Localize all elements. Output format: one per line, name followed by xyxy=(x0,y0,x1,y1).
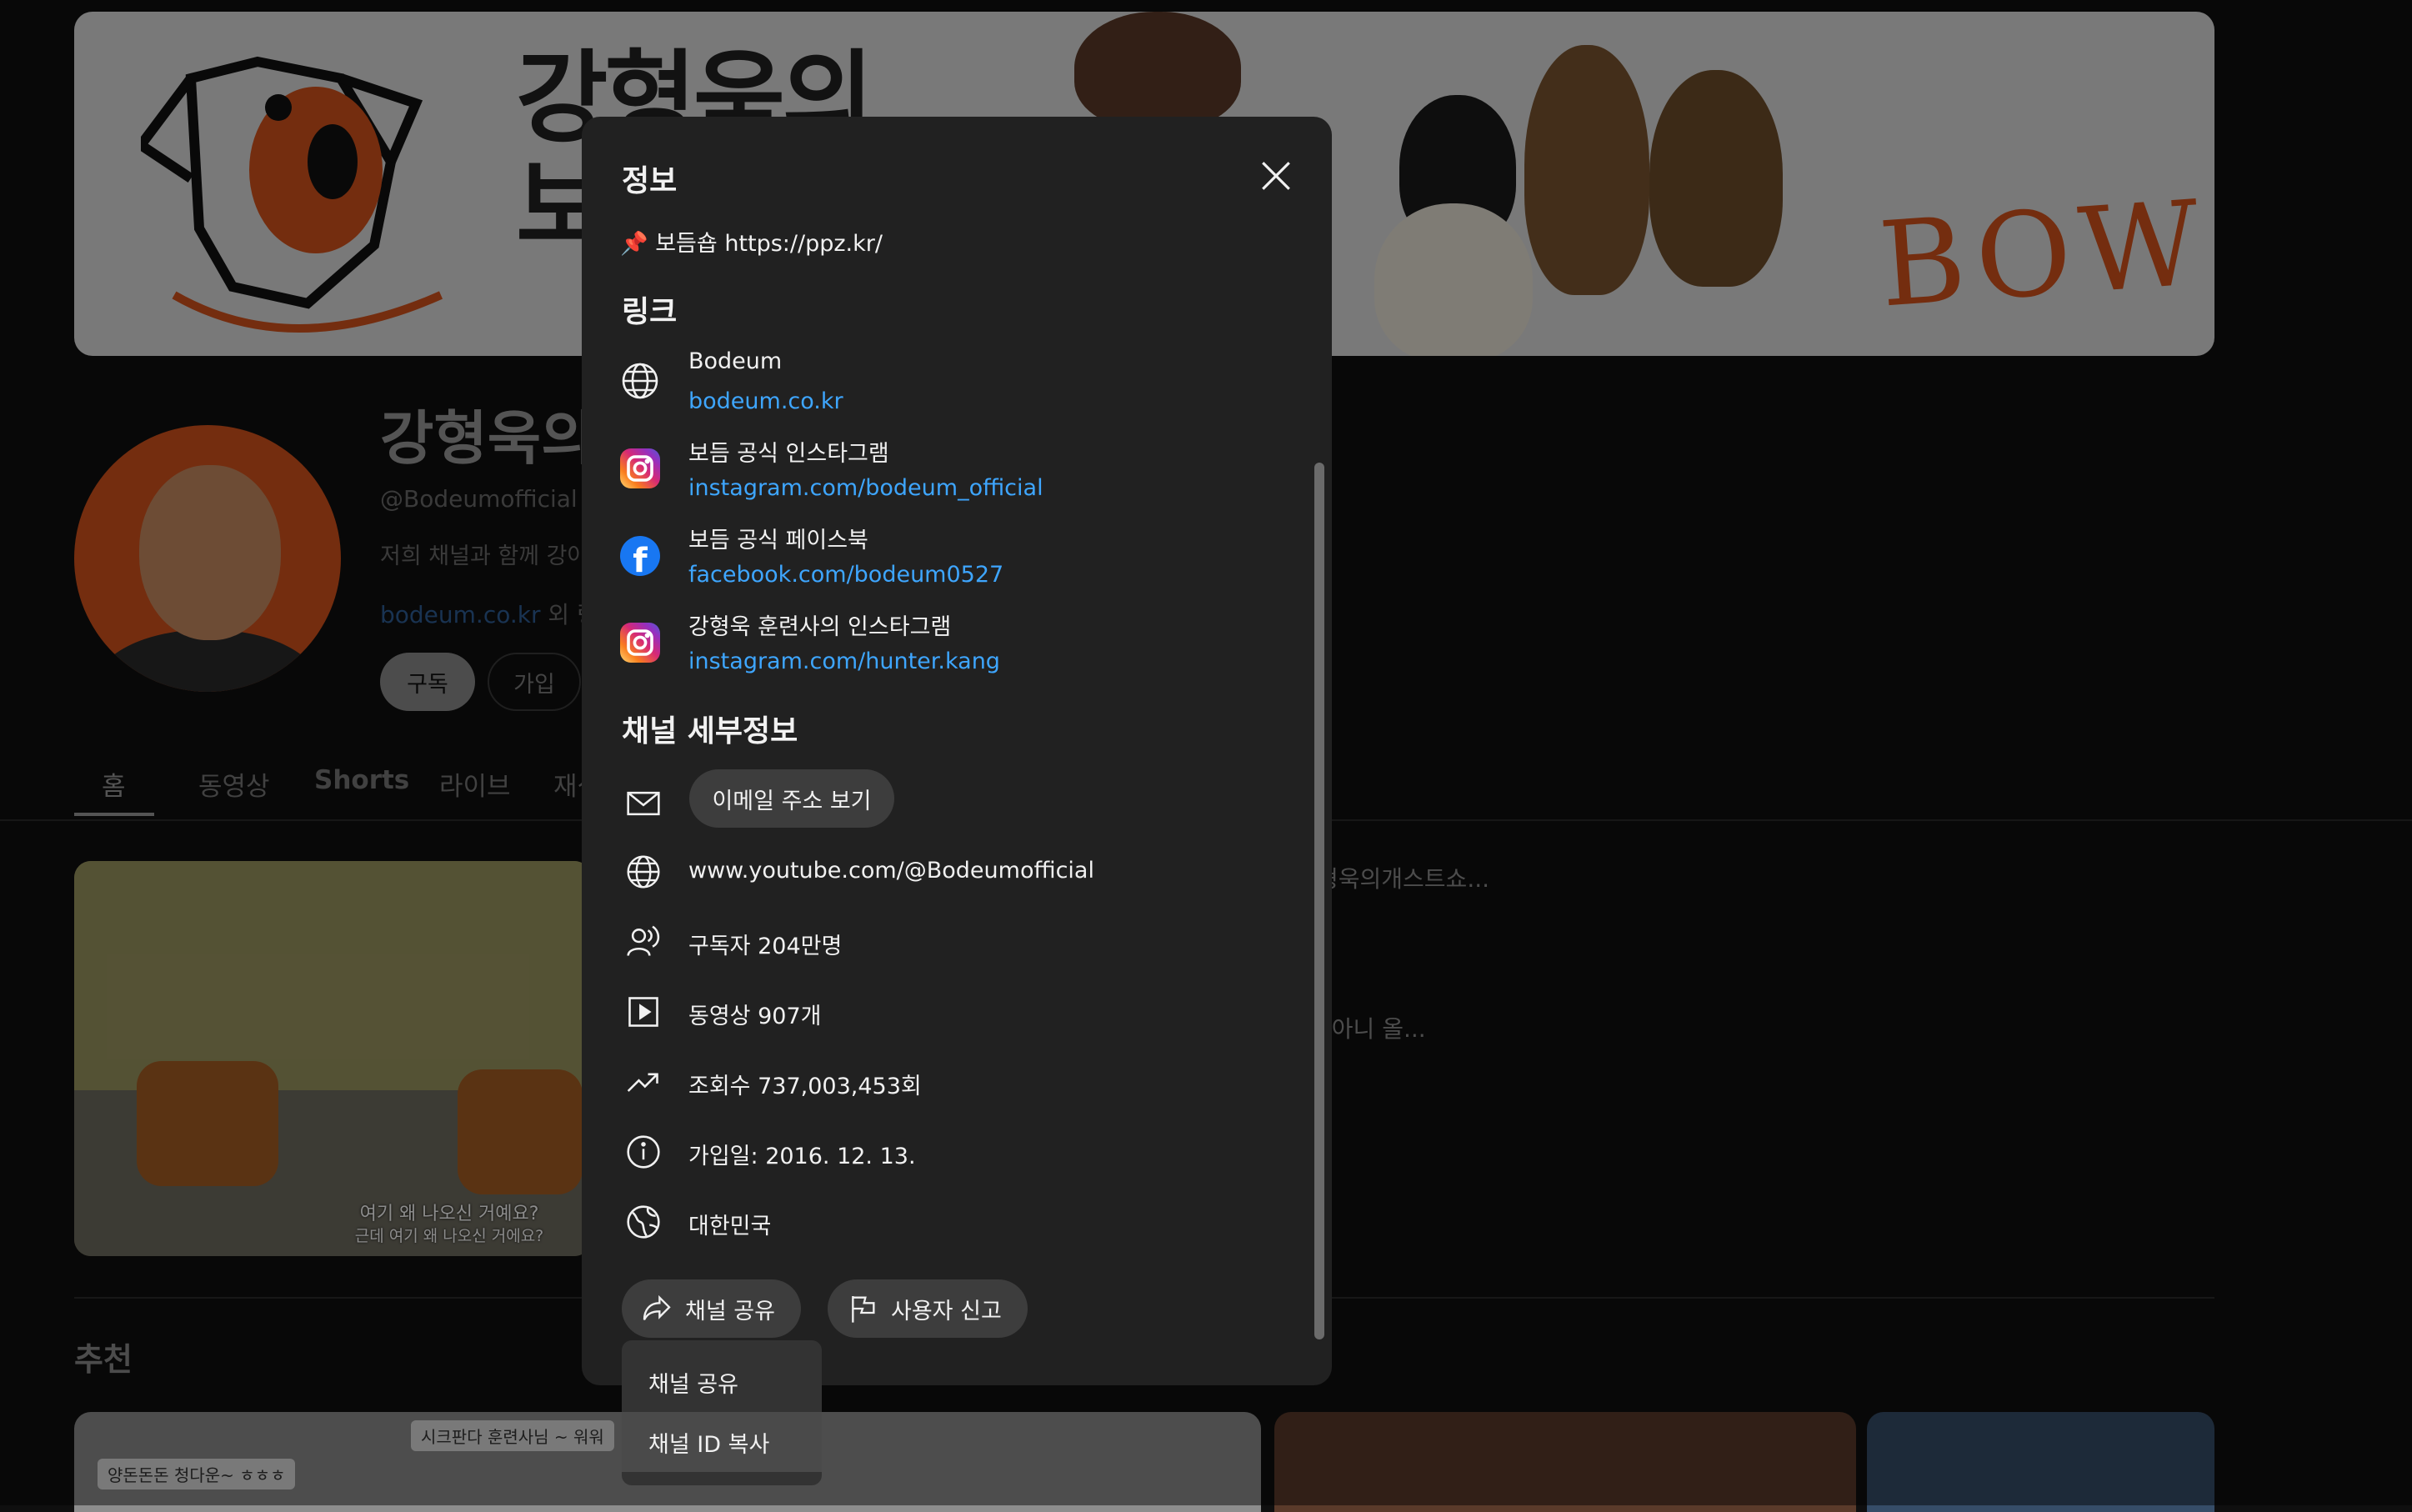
pinned-text: 보듬숍 https://ppz.kr/ xyxy=(655,231,883,257)
facebook-icon: f xyxy=(620,536,660,576)
instagram-icon xyxy=(620,448,660,488)
mail-icon xyxy=(625,785,662,822)
instagram-icon xyxy=(620,623,660,663)
joined-date: 가입일: 2016. 12. 13. xyxy=(688,1144,916,1169)
view-email-button[interactable]: 이메일 주소 보기 xyxy=(689,769,894,828)
link-title-instagram-official: 보듬 공식 인스타그램 xyxy=(688,441,889,467)
link-title-bodeum: Bodeum xyxy=(688,348,783,374)
globe-icon xyxy=(625,854,662,890)
trending-icon xyxy=(625,1064,662,1100)
country: 대한민국 xyxy=(688,1214,772,1239)
share-channel-button[interactable]: 채널 공유 xyxy=(622,1279,801,1338)
close-icon[interactable] xyxy=(1259,158,1294,193)
dialog-title: 정보 xyxy=(622,164,678,198)
subscriber-count: 구독자 204만명 xyxy=(688,934,843,959)
channel-details-heading: 채널 세부정보 xyxy=(622,714,798,748)
globe-icon xyxy=(620,361,660,401)
link-url-instagram-hunter[interactable]: instagram.com/hunter.kang xyxy=(688,648,1000,674)
link-url-instagram-official[interactable]: instagram.com/bodeum_official xyxy=(688,475,1043,501)
link-url-facebook[interactable]: facebook.com/bodeum0527 xyxy=(688,562,1003,588)
channel-url[interactable]: www.youtube.com/@Bodeumofficial xyxy=(688,858,1094,884)
country-globe-icon xyxy=(625,1204,662,1240)
links-heading: 링크 xyxy=(622,295,678,329)
about-dialog: 정보 📌 보듬숍 https://ppz.kr/ 링크 Bodeum bodeu… xyxy=(582,117,1332,1385)
dialog-scrollbar[interactable] xyxy=(1314,463,1324,1339)
view-count: 조회수 737,003,453회 xyxy=(688,1074,922,1099)
menu-item-share-channel[interactable]: 채널 공유 xyxy=(622,1352,822,1412)
share-channel-label: 채널 공유 xyxy=(685,1298,775,1324)
report-user-button[interactable]: 사용자 신고 xyxy=(828,1279,1028,1338)
pin-icon: 📌 xyxy=(620,231,648,257)
link-title-facebook: 보듬 공식 페이스북 xyxy=(688,528,868,553)
menu-item-copy-channel-id[interactable]: 채널 ID 복사 xyxy=(622,1412,822,1472)
flag-icon xyxy=(846,1292,879,1325)
info-icon xyxy=(625,1134,662,1170)
share-dropdown-menu: 채널 공유 채널 ID 복사 xyxy=(622,1340,822,1485)
video-icon xyxy=(625,994,662,1030)
video-count: 동영상 907개 xyxy=(688,1004,822,1029)
share-icon xyxy=(640,1292,673,1325)
subscribers-icon xyxy=(625,924,662,960)
link-url-bodeum[interactable]: bodeum.co.kr xyxy=(688,388,843,414)
link-title-instagram-hunter: 강형욱 훈련사의 인스타그램 xyxy=(688,614,952,640)
report-user-label: 사용자 신고 xyxy=(891,1298,1002,1324)
pinned-description: 📌 보듬숍 https://ppz.kr/ xyxy=(620,225,883,258)
